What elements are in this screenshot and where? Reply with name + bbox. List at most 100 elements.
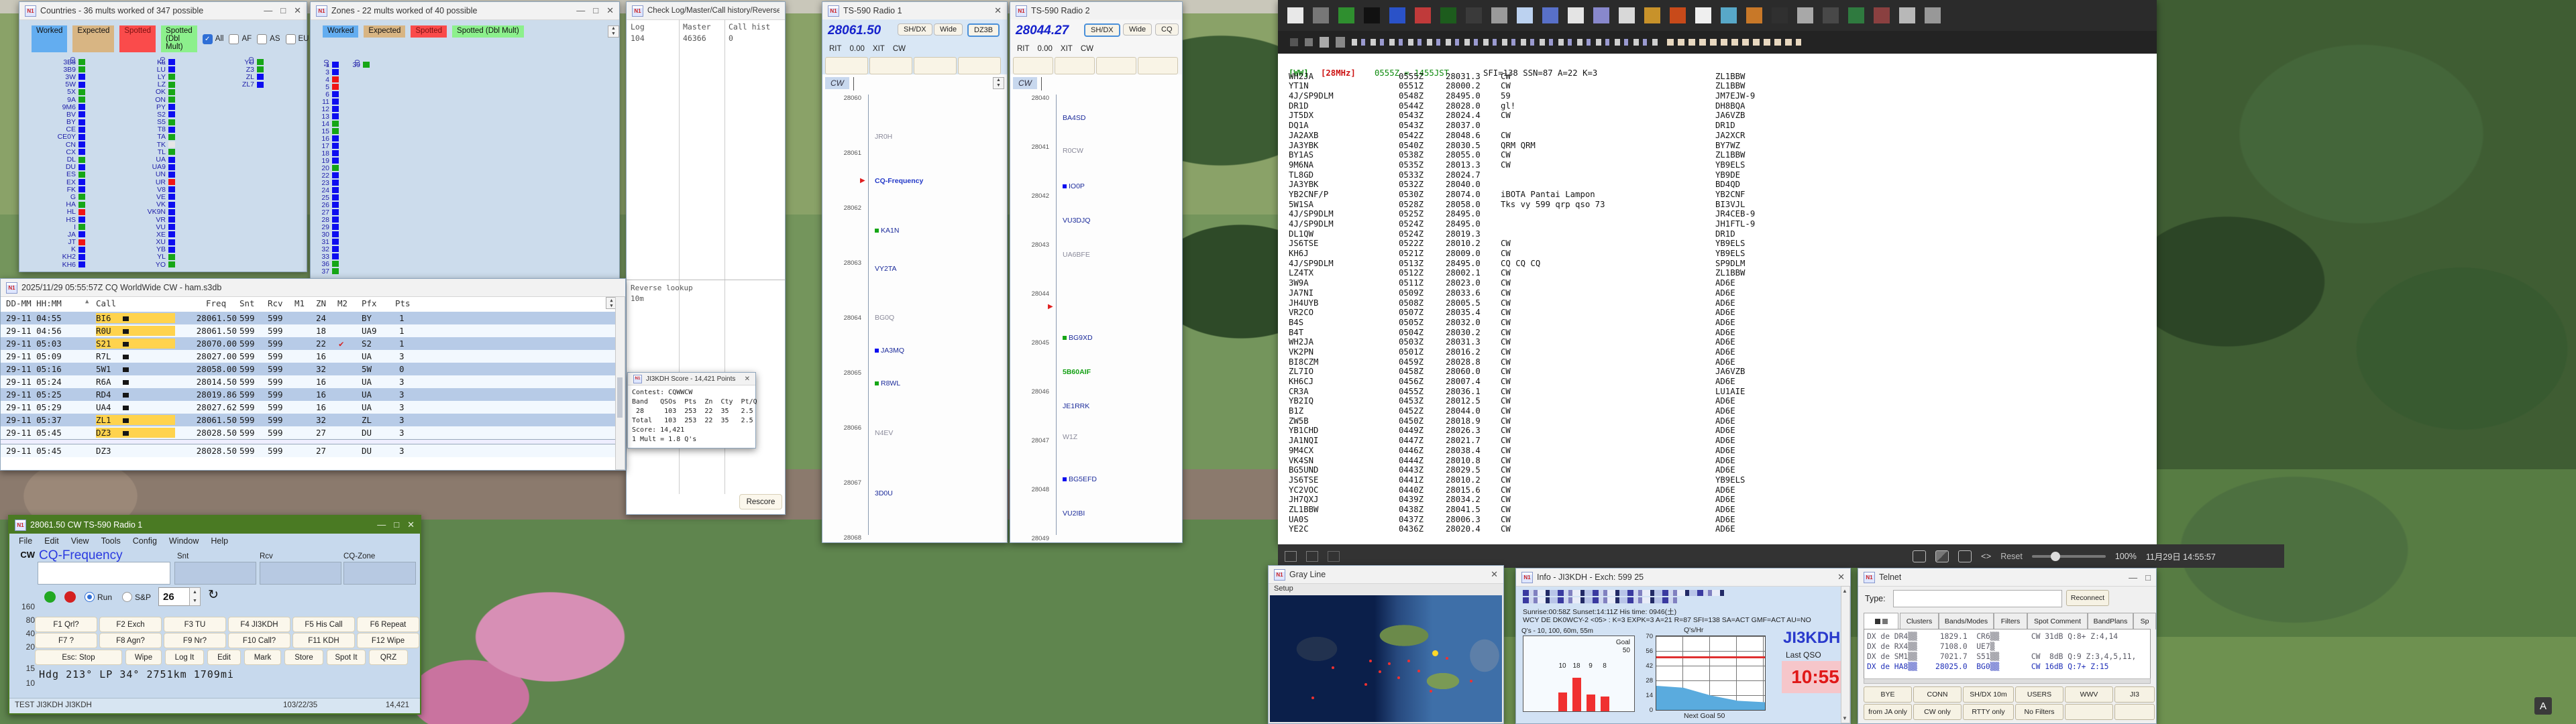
toolbar-icon[interactable]: [1721, 7, 1737, 23]
zone-mult-row[interactable]: 18: [315, 149, 339, 157]
toolbar-icon[interactable]: [1364, 7, 1380, 23]
country-mult-row[interactable]: JA: [29, 231, 85, 238]
bandmap2-mode-tab[interactable]: CW: [1013, 77, 1037, 89]
telnet-tab[interactable]: Clusters: [1900, 613, 1939, 629]
country-mult-row[interactable]: Z3: [207, 66, 264, 73]
country-mult-row[interactable]: I: [29, 223, 85, 231]
cluster-spot-line[interactable]: YB2IQ 0453Z 28012.5 CW AD6E: [1289, 396, 2157, 406]
window-icon[interactable]: [1958, 550, 1972, 562]
close-icon[interactable]: ✕: [745, 375, 750, 383]
scroll-down-icon[interactable]: ▼: [1842, 715, 1847, 721]
zone-mult-row[interactable]: 29: [315, 223, 339, 231]
zoom-slider[interactable]: [2032, 555, 2106, 558]
telnet-filter-button[interactable]: [2114, 704, 2155, 720]
toolbar-icon[interactable]: [1772, 7, 1788, 23]
blank-button[interactable]: [1013, 57, 1053, 74]
bandmap-spot[interactable]: VY2TA: [875, 265, 896, 273]
country-mult-row[interactable]: HA: [29, 201, 85, 208]
bandmap-spot[interactable]: VU3DJQ: [1063, 217, 1090, 225]
country-mult-row[interactable]: XE: [117, 231, 175, 238]
scroll-spinner[interactable]: ▲▼: [993, 77, 1004, 89]
cluster-spot-line[interactable]: 9M4CX 0446Z 28038.4 CW AD6E: [1289, 446, 2157, 456]
country-mult-row[interactable]: ON: [117, 96, 175, 103]
country-mult-row[interactable]: LY: [117, 73, 175, 80]
telnet-macro-button[interactable]: JI3: [2114, 686, 2155, 703]
rescore-button[interactable]: Rescore: [739, 494, 782, 509]
telnet-filter-button[interactable]: from JA only: [1864, 704, 1912, 720]
zone-mult-row[interactable]: 32: [315, 245, 339, 253]
cluster-spot-line[interactable]: JA2AXB 0542Z 28048.6 CW JA2XCR: [1289, 131, 2157, 141]
menu-item-setup[interactable]: Setup: [1274, 585, 1293, 593]
toolbar-icon[interactable]: [1491, 7, 1507, 23]
bandmap-spot[interactable]: VU2IBI: [1063, 509, 1085, 518]
info-titlebar[interactable]: N1 Info - JI3KDH - Exch: 599 25 ✕: [1516, 568, 1850, 587]
country-mult-row[interactable]: CN: [29, 141, 85, 148]
toolbar-icon[interactable]: [1415, 7, 1431, 23]
cluster-spot-line[interactable]: JA1NQI 0447Z 28021.7 CW AD6E: [1289, 436, 2157, 446]
bandmap-spot[interactable]: BG9XD: [1063, 334, 1093, 342]
telnet-filter-button[interactable]: CW only: [1913, 704, 1962, 720]
fkey-button[interactable]: F4 JI3KDH: [228, 617, 290, 632]
cluster-spot-line[interactable]: 5W1SA 0528Z 28058.0 Tks vy 599 qrp qso 7…: [1289, 200, 2157, 210]
country-mult-row[interactable]: VE: [117, 193, 175, 200]
country-mult-row[interactable]: ES: [29, 171, 85, 178]
menu-item[interactable]: View: [71, 536, 89, 546]
zone-input[interactable]: [343, 562, 416, 585]
zone-stepper-arrows[interactable]: ▲▼: [189, 587, 201, 606]
menu-item[interactable]: File: [19, 536, 32, 546]
bandmap2-titlebar[interactable]: N1 TS-590 Radio 2: [1010, 2, 1182, 20]
fkey-button[interactable]: F1 Qrl?: [35, 617, 97, 632]
zone-mult-row[interactable]: 27: [315, 208, 339, 216]
toolbar-icon[interactable]: [1644, 7, 1660, 23]
blank-button[interactable]: [958, 57, 1001, 74]
telnet-macro-button[interactable]: SH/DX 10m: [1963, 686, 2014, 703]
cluster-spot-line[interactable]: YB1CHD 0449Z 28026.3 CW AD6E: [1289, 426, 2157, 436]
toolbar-icon[interactable]: [1874, 7, 1890, 23]
rcv-input[interactable]: [260, 562, 341, 585]
country-mult-row[interactable]: 5W: [29, 81, 85, 88]
country-mult-row[interactable]: S5: [117, 119, 175, 126]
telnet-command-input[interactable]: [1893, 590, 2062, 607]
log-row[interactable]: 29-11 05:45 DZ3 28028.50 599 599 27 DU 3: [1, 426, 625, 439]
telnet-filter-button[interactable]: RTTY only: [1963, 704, 2014, 720]
fkey-button[interactable]: F3 TU: [164, 617, 226, 632]
country-mult-row[interactable]: ZL7: [207, 81, 264, 88]
telnet-tab[interactable]: Spot Comment: [2027, 613, 2088, 629]
tab-icons[interactable]: [1864, 613, 1898, 629]
zone-mult-row[interactable]: 17: [315, 142, 339, 149]
bandmap-spot[interactable]: CQ-Frequency: [875, 177, 923, 185]
minimize-icon[interactable]: —: [576, 5, 585, 16]
cluster-spot-line[interactable]: ZL7IO 0458Z 28060.0 CW JA6VZB: [1289, 367, 2157, 377]
telnet-spot-line[interactable]: DX de SM1▒▒ 7021.7 S51▒▒ CW 8dB Q:9 Z:3,…: [1867, 652, 2147, 662]
toolbar-icon[interactable]: [1619, 7, 1635, 23]
cluster-spot-line[interactable]: DQ1A 0543Z 28037.0 DR1D: [1289, 121, 2157, 131]
zone-mult-row[interactable]: 26: [315, 201, 339, 208]
cluster-spot-line[interactable]: VK4SN 0444Z 28010.8 CW AD6E: [1289, 456, 2157, 466]
close-icon[interactable]: ✕: [606, 5, 614, 16]
maximize-icon[interactable]: □: [2145, 572, 2151, 583]
close-icon[interactable]: ✕: [994, 5, 1002, 16]
telnet-macro-button[interactable]: CONN: [1913, 686, 1962, 703]
bandmap-spot[interactable]: BA4SD: [1063, 114, 1085, 122]
reconnect-button[interactable]: Reconnect: [2066, 590, 2109, 606]
maximize-icon[interactable]: □: [593, 5, 598, 16]
toolbar-button-strip[interactable]: [1352, 39, 1660, 46]
country-mult-row[interactable]: DL: [29, 156, 85, 163]
country-mult-row[interactable]: TA: [117, 133, 175, 141]
country-mult-row[interactable]: 9A: [29, 96, 85, 103]
country-mult-row[interactable]: 3W: [29, 73, 85, 80]
zone-mult-row[interactable]: 6: [315, 90, 339, 98]
toolbar-icon[interactable]: [1290, 38, 1298, 46]
continent-filter-as[interactable]: AS: [257, 25, 280, 52]
action-button[interactable]: Mark: [244, 650, 281, 665]
continent-filter-eu[interactable]: EU: [286, 25, 309, 52]
zone-mult-row[interactable]: 37: [315, 267, 339, 275]
sp-radio[interactable]: S&P: [122, 592, 151, 602]
bandmap-spot[interactable]: JR0H: [875, 133, 892, 141]
fkey-button[interactable]: F2 Exch: [99, 617, 162, 632]
ime-indicator[interactable]: A: [2534, 697, 2552, 715]
log-scrollbar[interactable]: [615, 296, 625, 470]
cluster-spot-line[interactable]: LZ4TX 0512Z 28002.1 CW ZL1BBW: [1289, 268, 2157, 278]
log-header-row[interactable]: DD-MM HH:MM ▲ Call Freq Snt Rcv M1 ZN M2…: [1, 297, 625, 312]
cluster-spot-line[interactable]: JS6TSE 0522Z 28010.2 CW YB9ELS: [1289, 239, 2157, 249]
